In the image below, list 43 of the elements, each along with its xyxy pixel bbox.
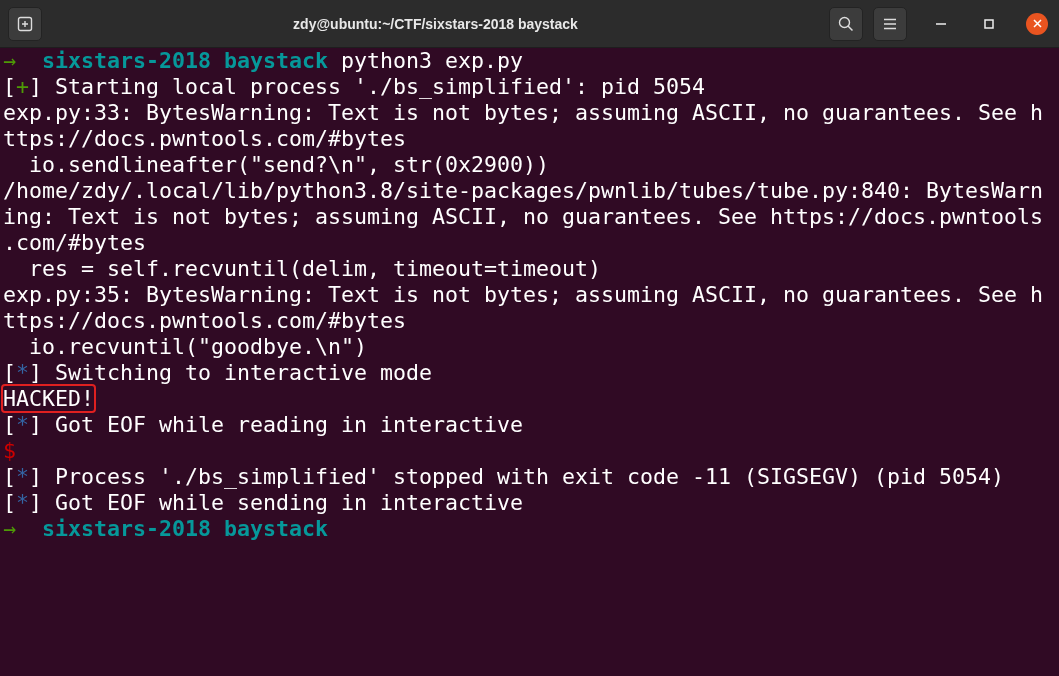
terminal-text: ttps://docs.pwntools.com/#bytes xyxy=(3,308,407,333)
terminal-text: [ xyxy=(3,412,16,437)
new-tab-button[interactable] xyxy=(8,6,42,41)
terminal-text: [ xyxy=(3,490,16,515)
terminal-text: ttps://docs.pwntools.com/#bytes xyxy=(3,126,407,151)
search-icon xyxy=(838,15,854,32)
terminal-text: /home/zdy/.local/lib/python3.8/site-packages/pwnlib/tubes/tube.py:840: BytesWarn xyxy=(3,178,1044,203)
terminal-text: exp.py:35: BytesWarning: Text is not bytes; assuming ASCII, no guarantees. See h xyxy=(3,282,1044,307)
status-symbol: * xyxy=(16,360,30,385)
terminal-text: python3 exp.py xyxy=(340,48,524,73)
status-symbol: * xyxy=(16,412,30,437)
terminal-text: io.sendlineafter("send?\n", str(0x2900)) xyxy=(28,152,550,177)
terminal-text: .com/#bytes xyxy=(3,230,146,255)
minimize-icon xyxy=(936,22,946,25)
terminal-text: ing: Text is not bytes; assuming ASCII, no guarantees. See https://docs.pwntools xyxy=(3,204,1044,229)
terminal-text: [ xyxy=(3,464,16,489)
terminal-text: res = self.recvuntil(delim, timeout=timeout) xyxy=(28,256,602,281)
close-button[interactable] xyxy=(1026,12,1048,35)
prompt-directory: sixstars-2018 baystack xyxy=(42,48,329,73)
shell-prompt: $ xyxy=(3,438,16,463)
prompt-directory: sixstars-2018 baystack xyxy=(42,516,329,541)
status-symbol: * xyxy=(16,490,30,515)
terminal-text: [ xyxy=(3,74,16,99)
menu-icon xyxy=(883,17,897,30)
prompt-arrow: → xyxy=(3,48,16,73)
menu-button[interactable] xyxy=(873,6,907,41)
terminal-text: io.recvuntil("goodbye.\n") xyxy=(28,334,367,359)
terminal-text: ] Process './bs_simplified' stopped with exit code -11 (SIGSEGV) (pid 5054) xyxy=(29,464,1005,489)
terminal-text: [ xyxy=(3,360,16,385)
terminal-text: exp.py:33: BytesWarning: Text is not bytes; assuming ASCII, no guarantees. See h xyxy=(3,100,1044,125)
maximize-icon xyxy=(984,18,994,29)
close-icon xyxy=(1032,19,1042,28)
new-tab-icon xyxy=(17,15,33,32)
search-button[interactable] xyxy=(829,6,863,41)
terminal-text: ] Got EOF while sending in interactive xyxy=(29,490,524,515)
terminal-text: ] Switching to interactive mode xyxy=(29,360,433,385)
terminal-text: ] Starting local process './bs_simplified': pid 5054 xyxy=(29,74,706,99)
status-symbol: * xyxy=(16,464,30,489)
status-symbol: + xyxy=(16,74,30,99)
window-title: zdy@ubuntu:~/CTF/sixstars-2018 baystack xyxy=(292,15,579,32)
prompt-arrow: → xyxy=(3,516,16,541)
highlighted-text: HACKED! xyxy=(3,386,94,411)
terminal-text: ] Got EOF while reading in interactive xyxy=(29,412,524,437)
